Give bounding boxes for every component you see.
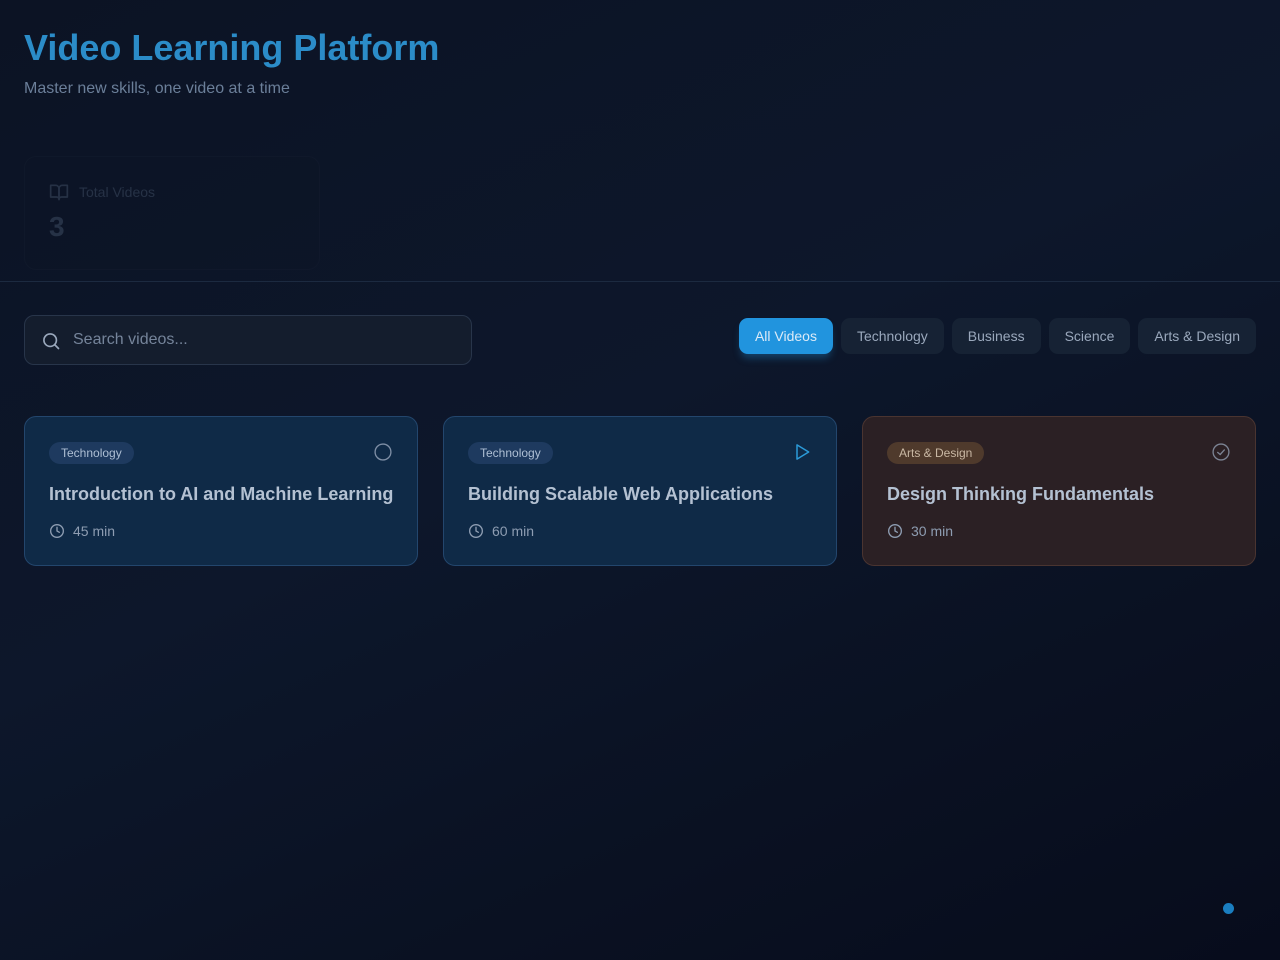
- category-badge: Arts & Design: [887, 442, 985, 464]
- filter-all-videos[interactable]: All Videos: [738, 318, 833, 354]
- duration-text: 60 min: [492, 523, 535, 539]
- category-badge: Technology: [49, 442, 134, 464]
- page-subtitle: Master new skills, one video at a time: [24, 80, 290, 97]
- circle-icon[interactable]: [373, 442, 393, 462]
- video-title: Building Scalable Web Applications: [468, 484, 774, 504]
- filter-arts-design[interactable]: Arts & Design: [1138, 318, 1256, 354]
- check-circle-icon[interactable]: [1211, 442, 1231, 462]
- clock-icon: [50, 524, 64, 538]
- search-icon: [43, 333, 60, 350]
- video-card[interactable]: Technology Building Scalable Web Applica…: [443, 416, 837, 566]
- category-badge: Technology: [468, 442, 553, 464]
- search-input[interactable]: [73, 316, 453, 364]
- search-box: [24, 315, 472, 365]
- video-duration: 45 min: [49, 522, 115, 540]
- duration-text: 30 min: [911, 523, 954, 539]
- video-title: Design Thinking Fundamentals: [887, 484, 1155, 504]
- book-open-icon: [49, 184, 69, 201]
- filter-technology[interactable]: Technology: [840, 318, 944, 354]
- total-videos-value: 3: [49, 211, 65, 242]
- clock-icon: [469, 524, 483, 538]
- status-indicator-dot: [1223, 903, 1234, 914]
- video-duration: 60 min: [468, 522, 534, 540]
- page-header: Video Learning Platform Master new skill…: [0, 0, 1280, 282]
- video-card[interactable]: Technology Introduction to AI and Machin…: [24, 416, 418, 566]
- clock-icon: [888, 524, 902, 538]
- page-title: Video Learning Platform: [24, 27, 440, 68]
- play-icon[interactable]: [792, 442, 812, 462]
- total-videos-card: Total Videos 3: [24, 156, 320, 270]
- filter-science[interactable]: Science: [1048, 318, 1131, 354]
- category-filters: All Videos Technology Business Science A…: [738, 318, 1256, 354]
- filter-business[interactable]: Business: [951, 318, 1041, 354]
- video-duration: 30 min: [887, 522, 953, 540]
- total-videos-label: Total Videos: [79, 184, 156, 200]
- video-title: Introduction to AI and Machine Learning: [49, 484, 394, 504]
- duration-text: 45 min: [73, 523, 116, 539]
- video-grid: Technology Introduction to AI and Machin…: [24, 416, 1256, 566]
- video-card[interactable]: Arts & Design Design Thinking Fundamenta…: [862, 416, 1256, 566]
